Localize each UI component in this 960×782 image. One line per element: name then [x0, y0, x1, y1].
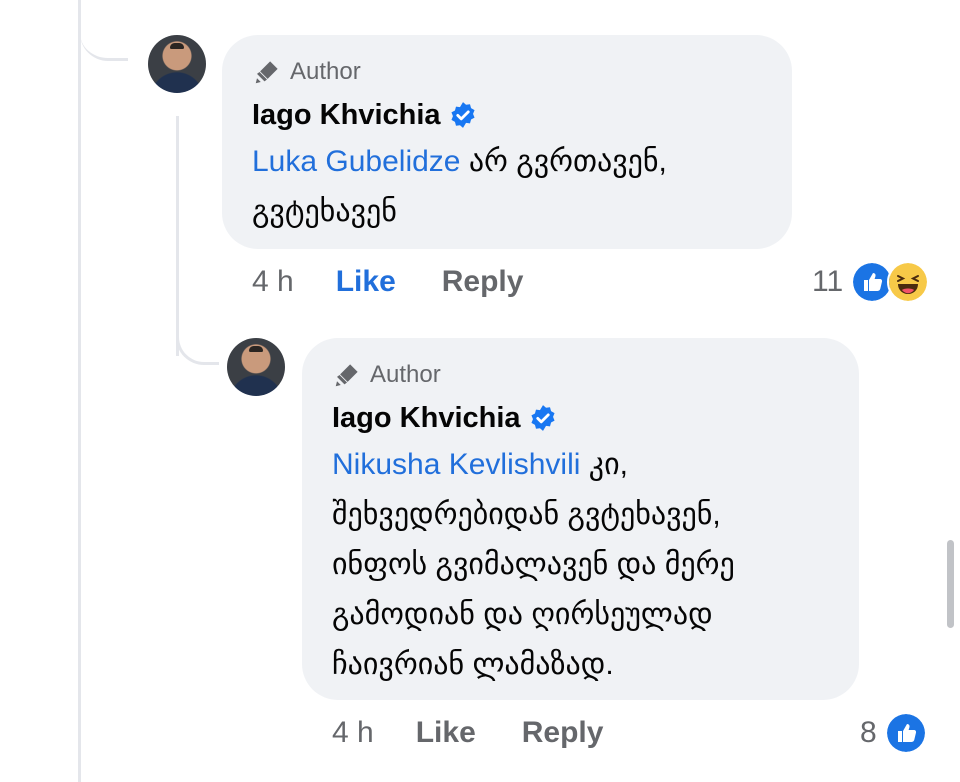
verified-badge-icon — [530, 405, 555, 431]
author-label: Author — [370, 361, 441, 388]
like-button[interactable]: Like — [336, 265, 396, 299]
author-badge: Author — [252, 57, 762, 87]
comment-line: ჩაივრიან ლამაზად. — [332, 648, 614, 681]
reaction-summary[interactable]: 11 — [812, 261, 930, 303]
comment-bubble: Author Iago Khvichia Nikusha Kevlishvili… — [302, 338, 859, 700]
mention-link[interactable]: Nikusha Kevlishvili — [332, 448, 580, 481]
comment-line: შეხვედრებიდან გვტეხავენ, — [332, 498, 721, 531]
reaction-count: 11 — [812, 265, 844, 298]
comment-line: კი, — [580, 448, 628, 481]
author-label: Author — [290, 58, 361, 85]
avatar[interactable] — [148, 35, 206, 93]
reply-button[interactable]: Reply — [442, 265, 524, 299]
comment-line: ინფოს გვიმალავენ და მერე — [332, 548, 735, 581]
thread-connector — [80, 0, 128, 61]
microphone-pen-icon — [335, 364, 358, 387]
like-icon — [884, 712, 927, 754]
comment-text: Luka Gubelidze არ გვრთავენ, გვტეხავენ — [252, 137, 762, 237]
verified-badge-icon — [450, 102, 475, 128]
scrollbar[interactable] — [947, 540, 954, 628]
commenter-name[interactable]: Iago Khvichia — [252, 99, 441, 132]
author-badge: Author — [332, 360, 829, 390]
microphone-pen-icon — [255, 61, 278, 84]
like-button[interactable]: Like — [416, 716, 476, 750]
comment-actions: 4 h Like Reply — [252, 265, 523, 299]
comment-text: Nikusha Kevlishvili კი, შეხვედრებიდან გვ… — [332, 440, 829, 690]
reply-button[interactable]: Reply — [522, 716, 604, 750]
comment-actions: 4 h Like Reply — [332, 716, 603, 750]
mention-link[interactable]: Luka Gubelidze — [252, 145, 460, 178]
commenter-name[interactable]: Iago Khvichia — [332, 402, 521, 435]
reaction-summary[interactable]: 8 — [860, 712, 927, 754]
comment-line: გვტეხავენ — [252, 195, 397, 228]
reply-connector — [176, 300, 219, 365]
thread-line-outer — [78, 0, 81, 782]
timestamp[interactable]: 4 h — [252, 265, 294, 299]
avatar[interactable] — [227, 338, 285, 396]
reaction-count: 8 — [860, 716, 877, 749]
timestamp[interactable]: 4 h — [332, 716, 374, 750]
comment-bubble: Author Iago Khvichia Luka Gubelidze არ გ… — [222, 35, 792, 249]
haha-icon — [887, 261, 930, 303]
comment-line: გამოდიან და ღირსეულად — [332, 598, 713, 631]
comment-line: არ გვრთავენ, — [460, 145, 667, 178]
